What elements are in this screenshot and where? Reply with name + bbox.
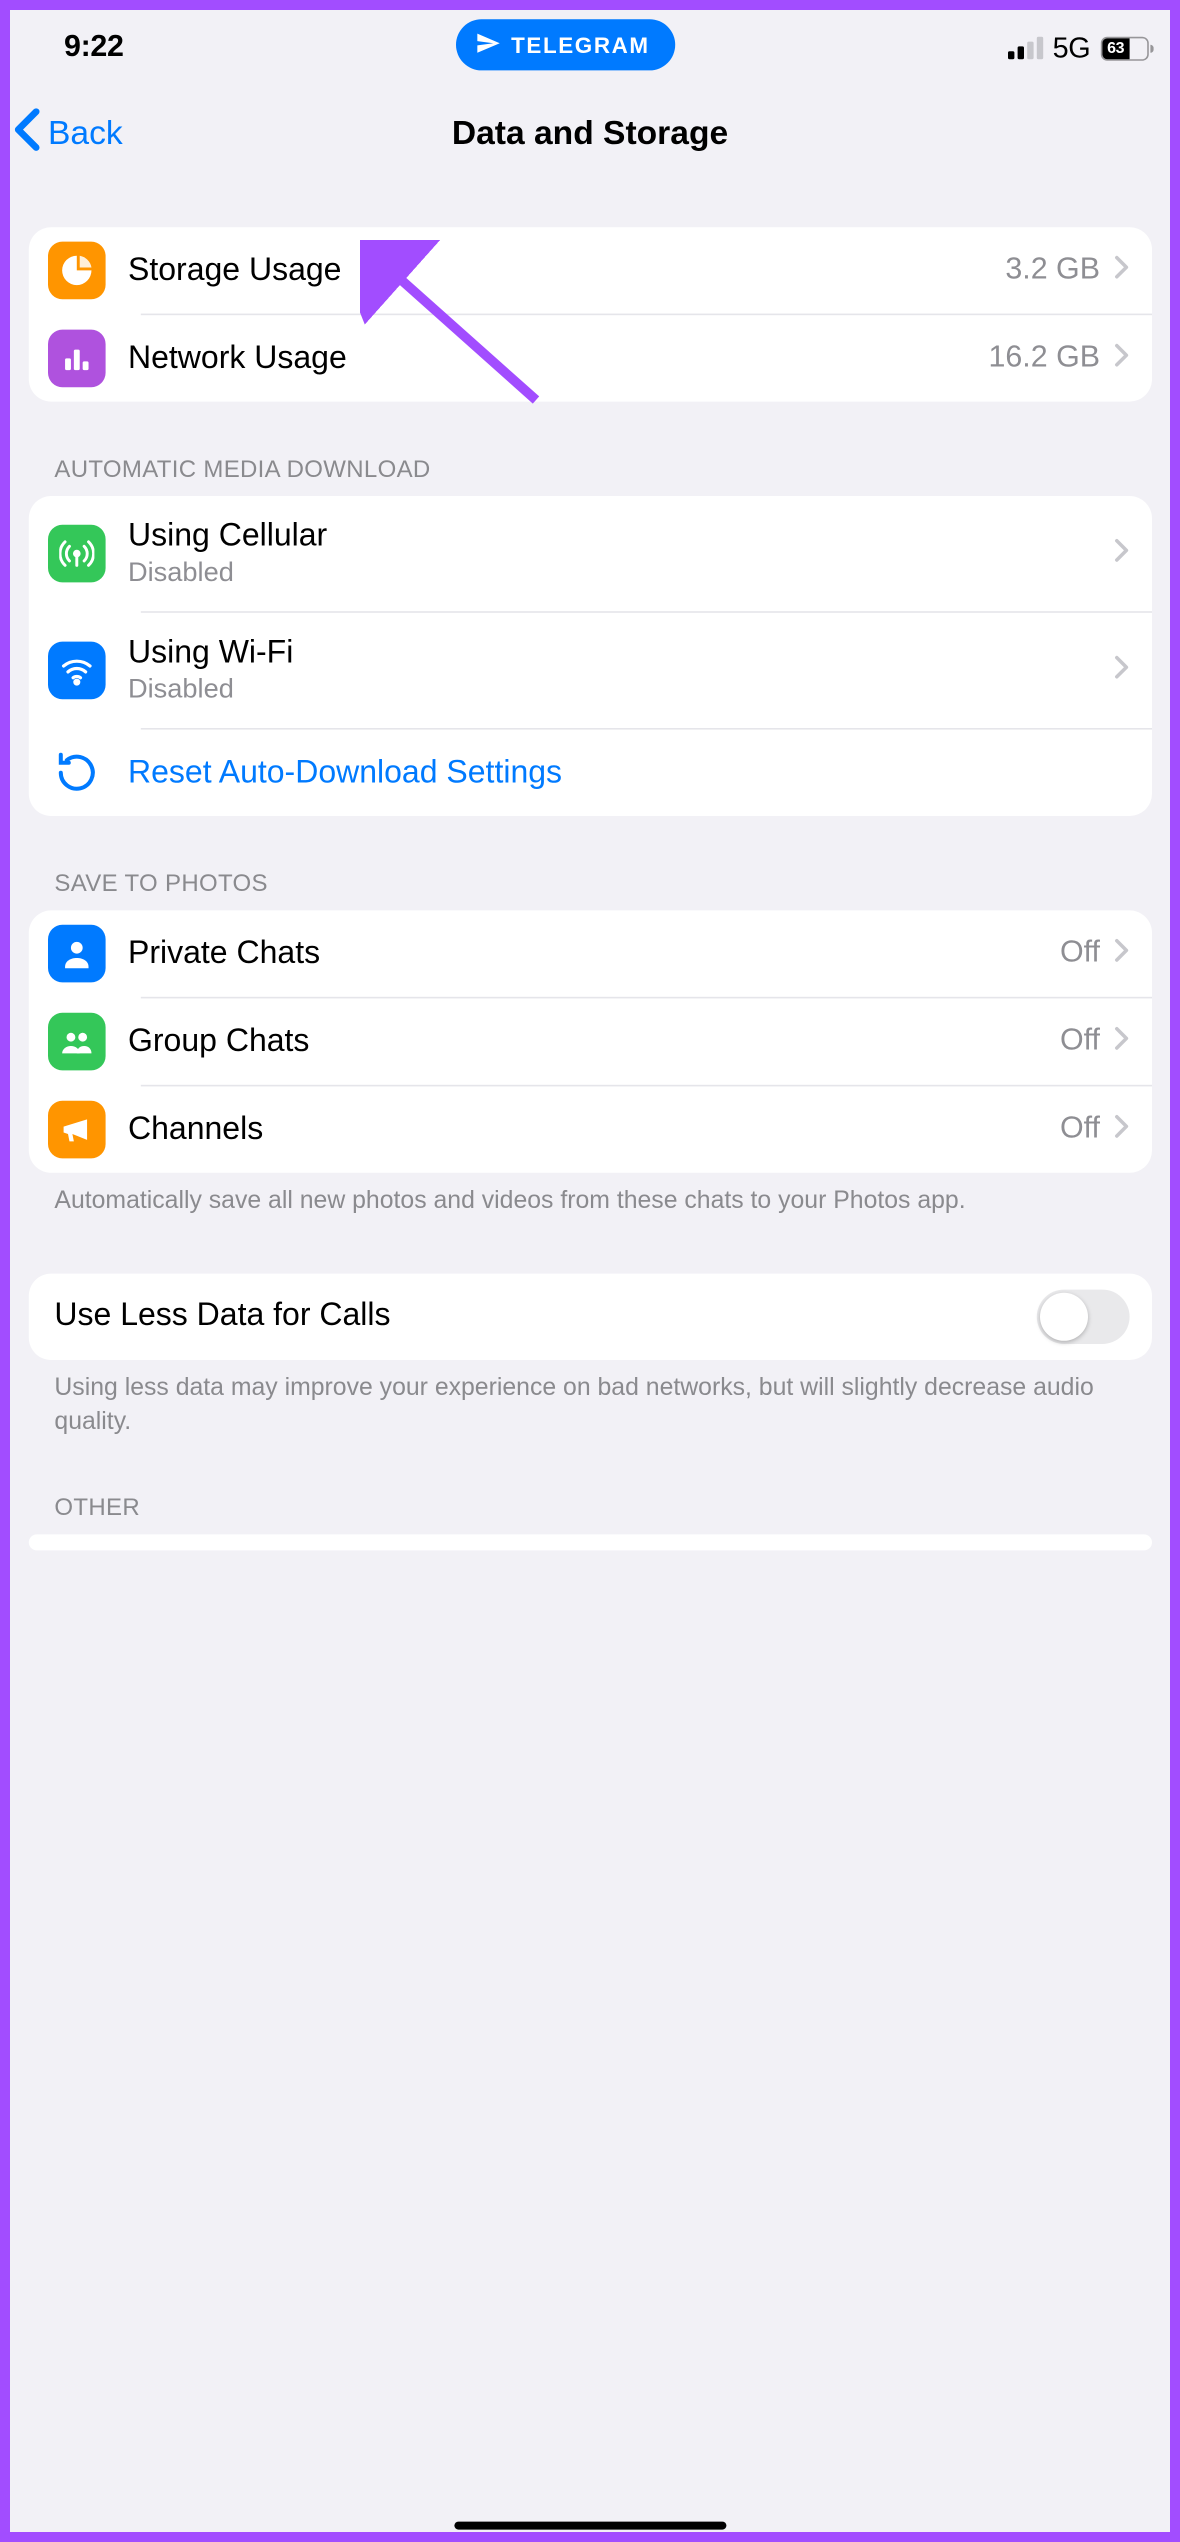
use-less-data-label: Use Less Data for Calls	[48, 1298, 1036, 1335]
status-bar: 9:22 TELEGRAM 5G 63	[0, 0, 1180, 86]
wifi-icon	[48, 642, 106, 700]
using-cellular-sub: Disabled	[128, 557, 1113, 589]
battery-icon: 63	[1100, 36, 1148, 60]
auto-download-card: Using Cellular Disabled Using Wi-Fi Disa…	[29, 496, 1151, 816]
storage-usage-label: Storage Usage	[128, 252, 1005, 289]
channels-value: Off	[1060, 1112, 1100, 1147]
usage-card: Storage Usage 3.2 GB Network Usage 16.2 …	[29, 227, 1151, 401]
less-data-card: Use Less Data for Calls	[29, 1273, 1151, 1359]
chevron-right-icon	[1113, 537, 1129, 571]
private-chats-value: Off	[1060, 936, 1100, 971]
network-type-label: 5G	[1053, 31, 1091, 65]
bar-chart-icon	[48, 330, 106, 388]
section-header-other: OTHER	[29, 1494, 1151, 1534]
use-less-data-row[interactable]: Use Less Data for Calls	[29, 1273, 1151, 1359]
channels-label: Channels	[128, 1111, 1060, 1148]
person-icon	[48, 925, 106, 983]
use-less-data-switch[interactable]	[1036, 1289, 1129, 1343]
home-indicator	[454, 2521, 726, 2529]
save-photos-footer: Automatically save all new photos and vi…	[29, 1173, 1151, 1219]
reset-auto-download-label: Reset Auto-Download Settings	[128, 754, 1129, 791]
storage-usage-value: 3.2 GB	[1005, 253, 1100, 288]
other-card	[29, 1534, 1151, 1550]
reset-icon	[48, 744, 106, 802]
channels-row[interactable]: Channels Off	[29, 1086, 1151, 1172]
page-title: Data and Storage	[0, 115, 1180, 153]
private-chats-row[interactable]: Private Chats Off	[29, 910, 1151, 996]
chevron-right-icon	[1113, 1113, 1129, 1147]
using-wifi-sub: Disabled	[128, 674, 1113, 706]
save-photos-card: Private Chats Off Group Chats Off	[29, 910, 1151, 1172]
chevron-right-icon	[1113, 654, 1129, 688]
using-wifi-row[interactable]: Using Wi-Fi Disabled	[29, 613, 1151, 728]
less-data-footer: Using less data may improve your experie…	[29, 1360, 1151, 1440]
notification-pill-label: TELEGRAM	[511, 32, 650, 58]
paper-plane-icon	[476, 30, 502, 60]
notification-pill[interactable]: TELEGRAM	[457, 19, 676, 70]
cellular-signal-icon	[1008, 37, 1043, 59]
storage-usage-row[interactable]: Storage Usage 3.2 GB	[29, 227, 1151, 313]
private-chats-label: Private Chats	[128, 935, 1060, 972]
chevron-right-icon	[1113, 1025, 1129, 1059]
network-usage-label: Network Usage	[128, 340, 988, 377]
antenna-icon	[48, 525, 106, 583]
phone-screen: 9:22 TELEGRAM 5G 63 Back	[0, 0, 1180, 2542]
chevron-right-icon	[1113, 254, 1129, 288]
group-icon	[48, 1013, 106, 1071]
chevron-right-icon	[1113, 342, 1129, 376]
chevron-right-icon	[1113, 937, 1129, 971]
group-chats-row[interactable]: Group Chats Off	[29, 998, 1151, 1084]
status-time: 9:22	[64, 30, 224, 65]
group-chats-value: Off	[1060, 1024, 1100, 1059]
group-chats-label: Group Chats	[128, 1023, 1060, 1060]
pie-chart-icon	[48, 242, 106, 300]
megaphone-icon	[48, 1101, 106, 1159]
section-header-save-photos: SAVE TO PHOTOS	[29, 870, 1151, 910]
using-wifi-label: Using Wi-Fi	[128, 635, 1113, 672]
network-usage-value: 16.2 GB	[988, 341, 1100, 376]
using-cellular-label: Using Cellular	[128, 518, 1113, 555]
navigation-bar: Back Data and Storage	[0, 86, 1180, 182]
using-cellular-row[interactable]: Using Cellular Disabled	[29, 496, 1151, 611]
section-header-auto-download: AUTOMATIC MEDIA DOWNLOAD	[29, 456, 1151, 496]
reset-auto-download-row[interactable]: Reset Auto-Download Settings	[29, 730, 1151, 816]
network-usage-row[interactable]: Network Usage 16.2 GB	[29, 315, 1151, 401]
